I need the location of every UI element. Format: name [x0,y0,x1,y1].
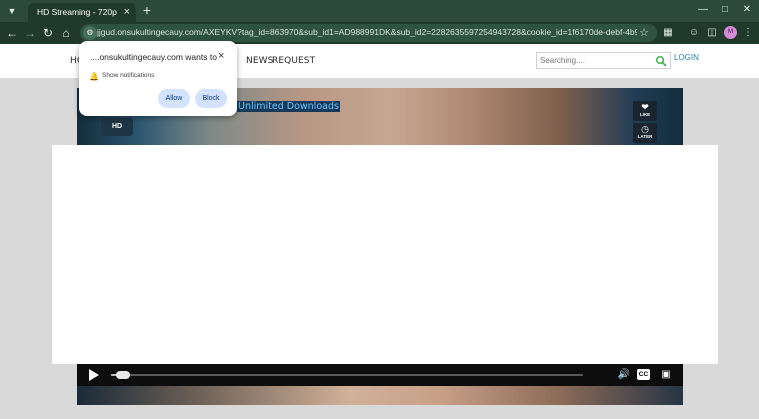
close-icon[interactable]: × [124,6,130,18]
clock-icon: ◷ [641,124,649,134]
nav-item-request[interactable]: REQUEST [272,56,315,66]
later-label: LATER [637,134,653,139]
video-preview [77,386,683,405]
volume-icon[interactable]: 🔊 [617,368,631,382]
extensions-icon[interactable]: ▦ [660,25,676,41]
login-link[interactable]: LOGIN [674,53,699,62]
plus-icon[interactable]: + [140,3,154,17]
fullscreen-icon[interactable]: ▣ [659,368,673,382]
like-label: LIKE [639,112,651,117]
menu-icon[interactable]: ⋮ [740,25,756,41]
seek-handle[interactable] [116,371,131,379]
hd-badge: HD [101,118,133,136]
like-button[interactable]: ❤ LIKE [633,101,657,121]
close-icon[interactable]: × [218,50,224,62]
prompt-title: ....onsukultingecauy.com wants to [90,52,217,62]
home-icon[interactable]: ⌂ [58,25,74,41]
bell-icon: 🔔 [89,72,99,81]
sidebar-icon[interactable]: ◫ [704,25,720,41]
prompt-description: Show notifications [102,72,155,79]
browser-tab[interactable]: HD Streaming - 720p - Unlim × [28,3,136,22]
forward-icon[interactable]: → [22,25,38,41]
reload-icon[interactable]: ↻ [40,25,56,41]
search-input[interactable] [540,54,650,67]
search-box [536,52,671,69]
play-icon[interactable] [89,369,99,381]
url-text[interactable]: jjgud.onsukultingecauy.com/AXEYKV?tag_id… [97,27,637,37]
heart-icon: ❤ [641,102,649,112]
account-icon[interactable]: ☺ [686,25,702,41]
minimize-icon[interactable]: — [696,3,710,17]
chevron-down-icon[interactable]: ▼ [5,4,19,18]
seek-bar[interactable] [111,371,583,379]
address-bar[interactable]: ⚙ jjgud.onsukultingecauy.com/AXEYKV?tag_… [80,24,657,42]
star-icon[interactable]: ☆ [639,26,649,39]
search-icon[interactable] [655,55,667,67]
site-info-icon[interactable]: ⚙ [83,26,97,40]
nav-item-news[interactable]: NEWS [246,56,273,66]
notification-permission-prompt: ....onsukultingecauy.com wants to × 🔔 Sh… [79,41,237,116]
banner-title[interactable]: Unlimited Downloads [237,101,340,112]
back-icon[interactable]: ← [4,25,20,41]
close-icon[interactable]: ✕ [740,3,754,17]
tab-title: HD Streaming - 720p - Unlim [37,7,119,17]
later-button[interactable]: ◷ LATER [633,123,657,143]
avatar[interactable]: M [724,26,737,39]
maximize-icon[interactable]: □ [718,3,732,17]
allow-button[interactable]: Allow [158,89,190,108]
captions-button[interactable]: CC [637,369,650,380]
video-frame[interactable] [52,145,718,364]
player-controls: 🔊 CC ▣ [77,364,683,386]
tab-strip: ▼ HD Streaming - 720p - Unlim × + — □ ✕ [0,0,759,22]
block-button[interactable]: Block [195,89,227,108]
